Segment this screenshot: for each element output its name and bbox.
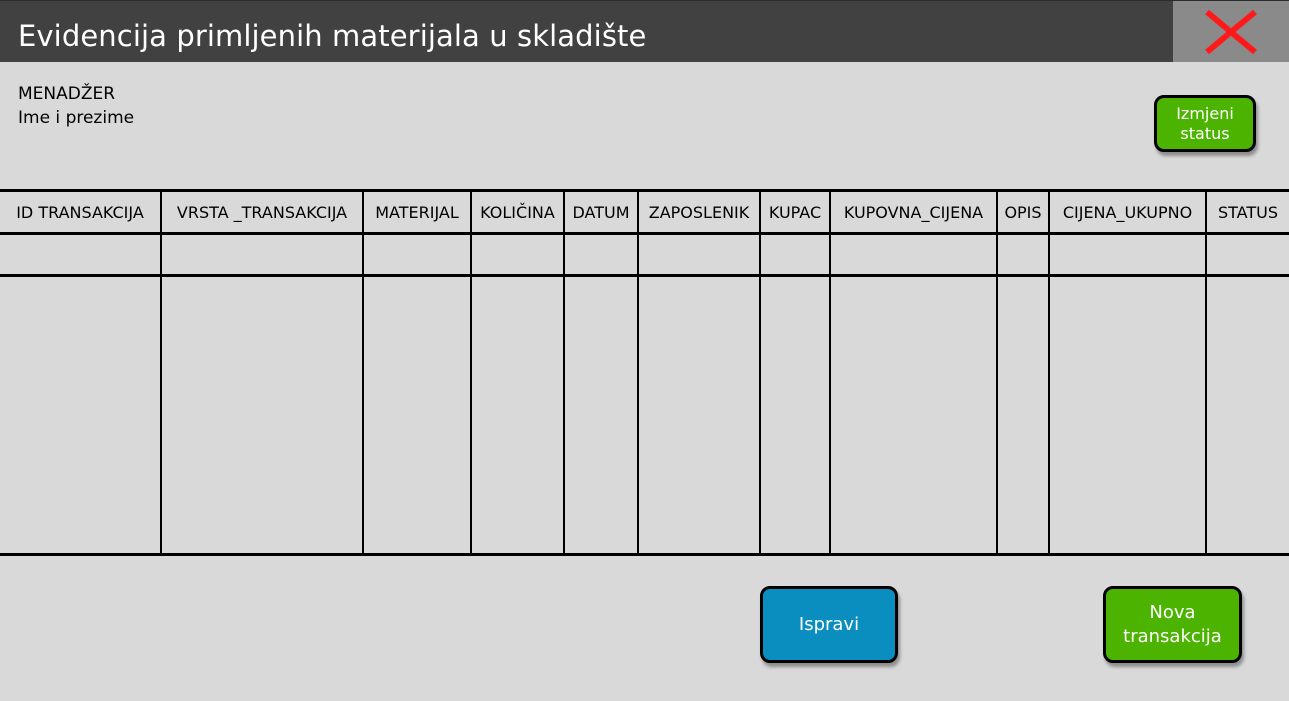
column-header-kupovna-cijena[interactable]: KUPOVNA_CIJENA	[829, 189, 997, 235]
table-cell[interactable]	[563, 233, 638, 277]
table-cell[interactable]	[996, 275, 1049, 556]
correct-button[interactable]: Ispravi	[760, 586, 898, 663]
close-button[interactable]	[1173, 1, 1289, 62]
table-row[interactable]	[0, 233, 1289, 277]
column-header-cijena-ukupno[interactable]: CIJENA_UKUPNO	[1048, 189, 1206, 235]
close-x-icon	[1205, 9, 1257, 54]
table-cell[interactable]	[470, 275, 564, 556]
table-cell[interactable]	[1048, 275, 1206, 556]
table-cell[interactable]	[759, 233, 830, 277]
column-header-kupac[interactable]: KUPAC	[759, 189, 830, 235]
table-row[interactable]	[0, 275, 1289, 556]
table-cell[interactable]	[829, 275, 997, 556]
table-cell[interactable]	[759, 275, 830, 556]
window-title: Evidencija primljenih materijala u sklad…	[18, 19, 647, 53]
table-cell[interactable]	[1205, 275, 1289, 556]
table-cell[interactable]	[637, 275, 760, 556]
table-cell[interactable]	[637, 233, 760, 277]
table-cell[interactable]	[470, 233, 564, 277]
table-header-row: ID TRANSAKCIJA VRSTA _TRANSAKCIJA MATERI…	[0, 189, 1289, 235]
column-header-materijal[interactable]: MATERIJAL	[362, 189, 471, 235]
table-cell[interactable]	[160, 233, 363, 277]
table-cell[interactable]	[996, 233, 1049, 277]
user-name: Ime i prezime	[18, 108, 135, 128]
table-cell[interactable]	[1048, 233, 1206, 277]
table-cell[interactable]	[362, 275, 471, 556]
column-header-opis[interactable]: OPIS	[996, 189, 1049, 235]
column-header-id-transakcija[interactable]: ID TRANSAKCIJA	[0, 189, 161, 235]
column-header-kolicina[interactable]: KOLIČINA	[470, 189, 564, 235]
new-transaction-button[interactable]: Nova transakcija	[1103, 586, 1242, 663]
column-header-zaposlenik[interactable]: ZAPOSLENIK	[637, 189, 760, 235]
transactions-table: ID TRANSAKCIJA VRSTA _TRANSAKCIJA MATERI…	[0, 189, 1289, 556]
column-header-datum[interactable]: DATUM	[563, 189, 638, 235]
table-cell[interactable]	[829, 233, 997, 277]
table-cell[interactable]	[563, 275, 638, 556]
table-cell[interactable]	[0, 233, 161, 277]
table-cell[interactable]	[160, 275, 363, 556]
column-header-status[interactable]: STATUS	[1205, 189, 1289, 235]
column-header-vrsta-transakcija[interactable]: VRSTA _TRANSAKCIJA	[160, 189, 363, 235]
change-status-button[interactable]: Izmjeni status	[1154, 95, 1256, 152]
table-cell[interactable]	[1205, 233, 1289, 277]
title-bar: Evidencija primljenih materijala u sklad…	[0, 0, 1289, 62]
table-cell[interactable]	[362, 233, 471, 277]
table-cell[interactable]	[0, 275, 161, 556]
user-role: MENADŽER	[18, 84, 116, 104]
